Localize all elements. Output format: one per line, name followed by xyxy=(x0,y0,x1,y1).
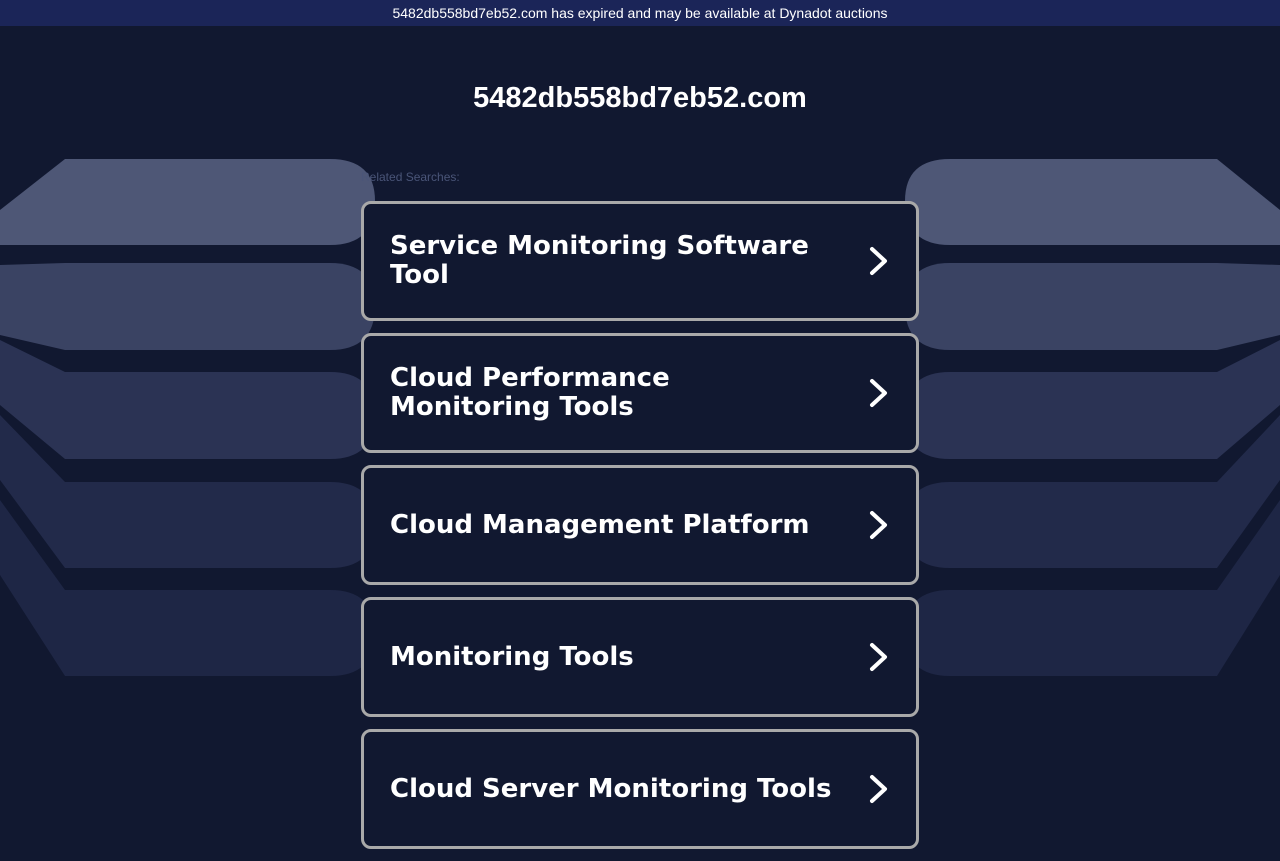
related-search-link[interactable]: Cloud Server Monitoring Tools xyxy=(361,729,919,849)
related-search-label[interactable]: Service Monitoring Software Tool xyxy=(390,232,836,290)
related-search-link[interactable]: Cloud Performance Monitoring Tools xyxy=(361,333,919,453)
related-search-label[interactable]: Cloud Management Platform xyxy=(390,510,810,540)
related-search-link[interactable]: Monitoring Tools xyxy=(361,597,919,717)
related-search-list: Service Monitoring Software Tool Cloud P… xyxy=(361,201,919,861)
related-search-link[interactable]: Service Monitoring Software Tool xyxy=(361,201,919,321)
chevron-right-icon[interactable] xyxy=(868,510,890,540)
chevron-right-icon[interactable] xyxy=(868,642,890,672)
related-search-label[interactable]: Monitoring Tools xyxy=(390,642,634,672)
related-search-link[interactable]: Cloud Management Platform xyxy=(361,465,919,585)
related-search-label[interactable]: Cloud Server Monitoring Tools xyxy=(390,774,831,804)
domain-title: 5482db558bd7eb52.com xyxy=(473,82,807,114)
related-searches-label: Related Searches: xyxy=(361,170,460,184)
chevron-right-icon[interactable] xyxy=(868,246,890,276)
chevron-right-icon[interactable] xyxy=(868,378,890,408)
related-search-label[interactable]: Cloud Performance Monitoring Tools xyxy=(390,364,836,422)
